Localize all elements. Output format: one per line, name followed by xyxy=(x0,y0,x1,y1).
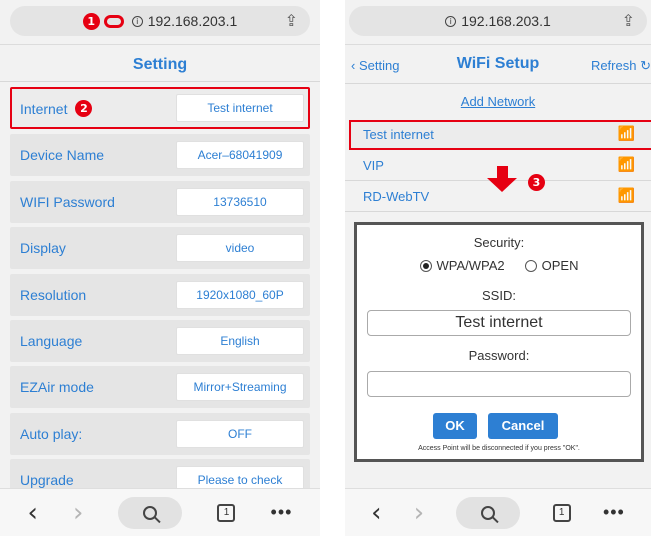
row-value[interactable]: OFF xyxy=(176,420,304,448)
more-icon[interactable]: ••• xyxy=(603,502,625,523)
search-icon xyxy=(143,505,158,520)
forward-arrow-icon[interactable]: › xyxy=(414,498,424,528)
setting-row-language[interactable]: Language English xyxy=(10,320,310,362)
browser-toolbar: ‹ › 1 ••• xyxy=(0,488,320,536)
header: ‹ Setting WiFi Setup Refresh ↻ xyxy=(345,52,651,80)
ok-button[interactable]: OK xyxy=(433,413,477,439)
row-label: EZAir mode xyxy=(20,379,94,395)
back-arrow-icon[interactable]: ‹ xyxy=(28,498,38,528)
row-value[interactable]: English xyxy=(176,327,304,355)
password-label: Password: xyxy=(468,348,530,363)
address-bar[interactable]: i 192.168.203.1 ⇪ xyxy=(349,6,647,36)
add-network-link[interactable]: Add Network xyxy=(345,94,651,109)
row-value[interactable]: 1920x1080_60P xyxy=(176,281,304,309)
disconnect-note: Access Point will be disconnected if you… xyxy=(418,445,580,452)
wifi-connect-dialog: Security: WPA/WPA2 OPEN SSID: Test inter… xyxy=(354,222,644,462)
row-value[interactable]: 13736510 xyxy=(176,188,304,216)
row-label: Auto play: xyxy=(20,426,83,442)
info-icon: i xyxy=(445,15,457,27)
row-label: Internet xyxy=(20,100,68,117)
row-label: Resolution xyxy=(20,287,87,303)
search-icon xyxy=(481,505,496,520)
radio-selected-icon xyxy=(419,259,432,272)
info-icon: i xyxy=(131,15,143,27)
row-label: Upgrade xyxy=(20,472,74,488)
row-label: Device Name xyxy=(20,147,105,163)
wifi-setup-screen: i 192.168.203.1 ⇪ ‹ Setting WiFi Setup R… xyxy=(345,0,651,536)
network-name: RD-WebTV xyxy=(363,189,430,204)
security-radio-group: WPA/WPA2 OPEN xyxy=(357,258,641,273)
network-name: VIP xyxy=(363,158,384,173)
url-text: 192.168.203.1 xyxy=(461,13,551,29)
wifi-icon: 📶 xyxy=(617,156,635,172)
cancel-button[interactable]: Cancel xyxy=(488,413,558,439)
tabs-icon[interactable]: 1 xyxy=(552,503,571,522)
row-value[interactable]: Test internet xyxy=(176,94,304,122)
row-label: WIFI Password xyxy=(20,194,115,210)
setting-row-resolution[interactable]: Resolution 1920x1080_60P xyxy=(10,274,310,316)
wifi-icon: 📶 xyxy=(617,125,635,141)
network-row[interactable]: Test internet 📶 xyxy=(349,120,651,150)
share-icon[interactable]: ⇪ xyxy=(285,11,298,31)
divider xyxy=(0,81,320,82)
search-button[interactable] xyxy=(118,496,183,529)
setting-row-auto-play[interactable]: Auto play: OFF xyxy=(10,413,310,455)
arrow-down-icon xyxy=(487,166,517,192)
row-value[interactable]: Acer–68041909 xyxy=(176,141,304,169)
more-icon[interactable]: ••• xyxy=(271,502,293,523)
setting-row-display[interactable]: Display video xyxy=(10,227,310,269)
divider xyxy=(345,44,651,45)
radio-open[interactable]: OPEN xyxy=(524,258,579,273)
radio-label: OPEN xyxy=(541,258,579,273)
forward-arrow-icon[interactable]: › xyxy=(73,498,83,528)
setting-row-ezair-mode[interactable]: EZAir mode Mirror+Streaming xyxy=(10,366,310,408)
ssid-label: SSID: xyxy=(482,288,516,303)
tabs-icon[interactable]: 1 xyxy=(217,503,236,522)
refresh-label: Refresh xyxy=(590,58,637,73)
setting-row-wifi-password[interactable]: WIFI Password 13736510 xyxy=(10,181,310,223)
search-button[interactable] xyxy=(456,496,521,529)
step-badge-2: 2 xyxy=(75,100,93,117)
back-arrow-icon[interactable]: ‹ xyxy=(371,498,381,528)
browser-toolbar: ‹ › 1 ••• xyxy=(345,488,651,536)
refresh-button[interactable]: Refresh ↻ xyxy=(591,58,651,74)
divider xyxy=(345,83,651,84)
setting-row-internet[interactable]: Internet 2 Test internet xyxy=(10,87,310,129)
radio-wpa[interactable]: WPA/WPA2 xyxy=(419,258,505,273)
radio-label: WPA/WPA2 xyxy=(436,258,505,273)
url-text: 192.168.203.1 xyxy=(147,13,238,29)
radio-unselected-icon xyxy=(524,259,537,272)
network-name: Test internet xyxy=(363,127,434,142)
row-value[interactable]: video xyxy=(176,234,304,262)
page-title: Setting xyxy=(132,56,188,73)
step-badge-1: 1 xyxy=(82,12,100,30)
row-label: Display xyxy=(20,240,66,256)
step-badge-3: 3 xyxy=(528,174,545,191)
share-icon[interactable]: ⇪ xyxy=(622,11,635,31)
refresh-icon: ↻ xyxy=(640,58,651,73)
wifi-icon: 📶 xyxy=(617,187,635,203)
divider xyxy=(0,44,320,45)
row-label: Language xyxy=(20,333,83,349)
tab-switch-icon xyxy=(103,14,124,28)
row-value[interactable]: Mirror+Streaming xyxy=(176,373,304,401)
setting-screen: 1 i 192.168.203.1 ⇪ Setting Internet 2 Te… xyxy=(0,0,320,536)
password-field[interactable] xyxy=(367,371,631,397)
address-bar[interactable]: 1 i 192.168.203.1 ⇪ xyxy=(10,6,310,36)
setting-row-device-name[interactable]: Device Name Acer–68041909 xyxy=(10,134,310,176)
ssid-field[interactable]: Test internet xyxy=(367,310,631,336)
security-label: Security: xyxy=(473,235,525,250)
